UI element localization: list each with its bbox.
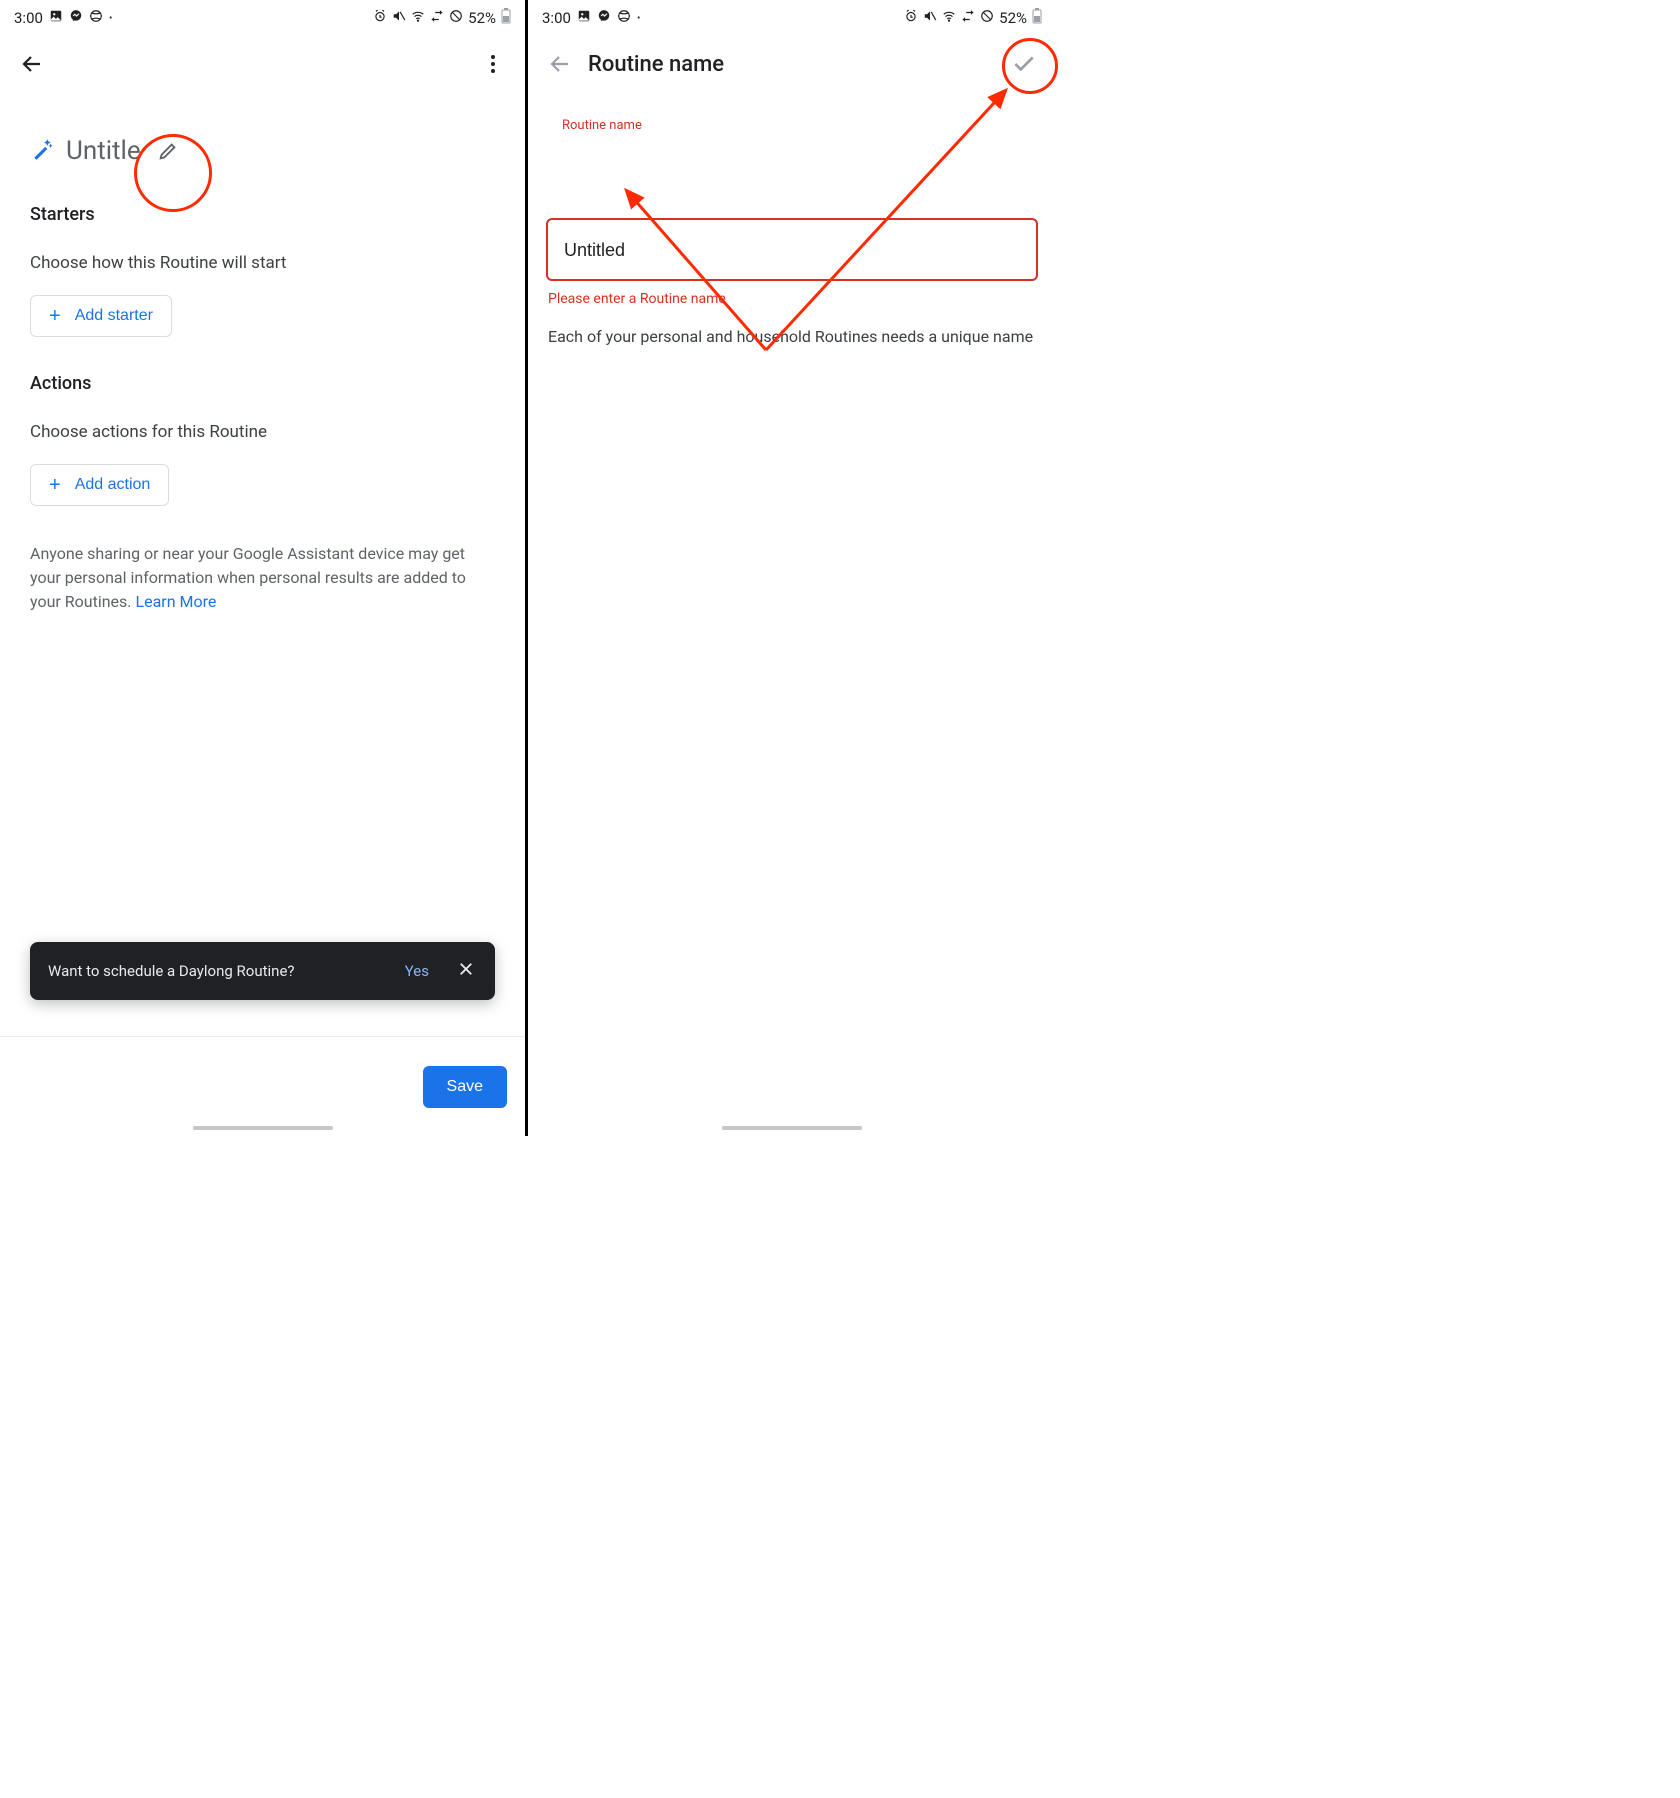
messenger-icon [597,9,611,27]
back-button[interactable] [12,44,52,84]
starters-description: Choose how this Routine will start [0,225,525,273]
battery-icon [501,8,511,28]
app-bar: Routine name [528,36,1056,92]
annotation-arrows [528,0,1056,1136]
bottom-bar: Save [0,1036,525,1136]
more-button[interactable] [473,44,513,84]
save-button[interactable]: Save [423,1066,507,1108]
back-button[interactable] [540,44,580,84]
sports-icon [617,9,631,27]
actions-description: Choose actions for this Routine [0,394,525,442]
magic-wand-icon [30,136,56,166]
app-bar [0,36,525,92]
mute-icon [392,9,406,27]
battery-text: 52% [999,9,1027,27]
page-title: Routine name [588,52,724,77]
add-action-button[interactable]: + Add action [30,464,169,506]
actions-heading: Actions [0,337,525,394]
messenger-icon [69,9,83,27]
dot-icon: • [109,13,112,24]
dnd-icon [980,9,994,27]
battery-text: 52% [468,9,496,27]
routine-name-field[interactable] [546,218,1038,281]
snackbar: Want to schedule a Daylong Routine? Yes [30,942,495,1000]
nav-pill [722,1126,862,1130]
gallery-icon [49,9,63,27]
rename-routine-screen: 3:00 • [528,0,1056,1136]
routine-title: Untitle [66,136,141,166]
plus-icon: + [49,475,61,495]
nav-pill [193,1126,333,1130]
clock-text: 3:00 [14,9,43,27]
clock-text: 3:00 [542,9,571,27]
confirm-button[interactable] [1004,44,1044,84]
learn-more-link[interactable]: Learn More [135,592,216,611]
helper-text: Each of your personal and household Rout… [548,327,1036,346]
snackbar-message: Want to schedule a Daylong Routine? [48,962,395,980]
input-floating-label: Routine name [558,118,646,133]
edit-name-button[interactable] [151,134,185,168]
add-action-label: Add action [75,476,151,494]
status-bar: 3:00 • [0,0,525,36]
data-icon [961,9,975,27]
mute-icon [923,9,937,27]
sports-icon [89,9,103,27]
input-error-message: Please enter a Routine name [548,291,1036,307]
routine-name-input[interactable] [564,240,1020,261]
wifi-icon [411,9,425,27]
snackbar-yes-button[interactable]: Yes [395,954,439,988]
add-starter-button[interactable]: + Add starter [30,295,172,337]
gallery-icon [577,9,591,27]
battery-icon [1032,8,1042,28]
dnd-icon [449,9,463,27]
add-starter-label: Add starter [75,307,153,325]
dot-icon: • [637,13,640,24]
plus-icon: + [49,306,61,326]
snackbar-close-button[interactable] [439,952,477,991]
data-icon [430,9,444,27]
status-bar: 3:00 • [528,0,1056,36]
alarm-icon [904,9,918,27]
disclaimer-text: Anyone sharing or near your Google Assis… [0,506,525,614]
alarm-icon [373,9,387,27]
wifi-icon [942,9,956,27]
routine-editor-screen: 3:00 • [0,0,528,1136]
starters-heading: Starters [0,168,525,225]
